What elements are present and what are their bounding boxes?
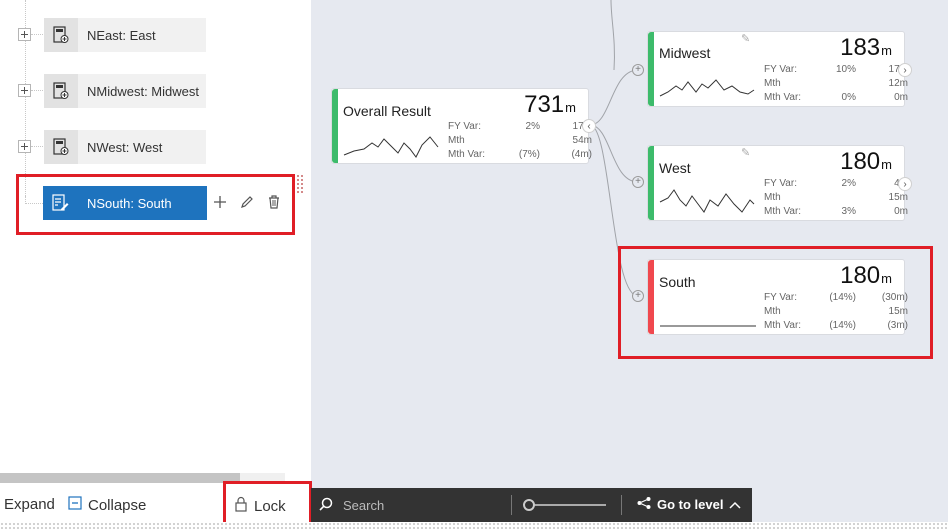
card-title: Overall Result: [343, 103, 431, 119]
expand-toggle-icon[interactable]: [18, 140, 31, 153]
expand-plus-icon[interactable]: +: [632, 290, 644, 302]
tree-node-label: NEast: East: [87, 27, 156, 43]
metrics-table: FY Var:2%4m Mth15m Mth Var:3%0m: [764, 178, 908, 217]
sparkline: [659, 79, 755, 97]
expand-label: Expand: [4, 496, 55, 513]
tree-connector: [25, 196, 43, 204]
expand-chevron-icon[interactable]: ›: [898, 177, 912, 191]
metrics-table: FY Var: (14%) (30m) Mth 15m Mth Var: (14%) (3…: [764, 292, 908, 331]
toolbar-divider: [621, 495, 622, 515]
scrollbar-thumb[interactable]: [0, 473, 240, 483]
tree-node-label: NSouth: South: [87, 195, 172, 211]
expand-plus-icon[interactable]: +: [632, 176, 644, 188]
metrics-table: FY Var:2%17m Mth54m Mth Var:(7%)(4m): [448, 121, 592, 160]
zoom-slider-track[interactable]: [526, 504, 606, 506]
edit-document-icon: [43, 186, 77, 220]
chevron-up-icon: [729, 497, 741, 512]
add-icon[interactable]: [212, 193, 228, 211]
canvas-bottom-area: [752, 488, 948, 522]
toolbar-divider: [511, 495, 512, 515]
tree-node-south-selected[interactable]: NSouth: South: [43, 186, 207, 220]
status-divider: [0, 522, 948, 530]
status-stripe: [332, 89, 338, 163]
sparkline: [343, 136, 439, 158]
decomposition-canvas[interactable]: Overall Result 731m FY Var:2%17m Mth54m …: [311, 0, 948, 488]
go-to-level-button[interactable]: Go to level: [637, 497, 741, 512]
metrics-table: FY Var:10%17m Mth12m Mth Var:0%0m: [764, 64, 908, 103]
card-value: 731m: [524, 91, 576, 118]
collapse-chevron-icon[interactable]: ‹: [582, 119, 596, 133]
hierarchy-icon: [637, 497, 651, 512]
card-title: Midwest: [659, 45, 711, 61]
tree-panel: NEast: East NMidwest: Midwest NWest: Wes…: [0, 0, 310, 530]
tree-row-west[interactable]: NWest: West: [18, 130, 208, 164]
bottom-actions-bar: Expand Collapse Lock: [0, 488, 311, 522]
lock-icon: [234, 496, 248, 516]
expand-toggle-icon[interactable]: [18, 84, 31, 97]
card-title: South: [659, 274, 696, 290]
delete-trash-icon[interactable]: [266, 193, 282, 211]
sparkline: [659, 189, 755, 213]
search-box[interactable]: Search: [319, 497, 384, 514]
child-card-south[interactable]: South 180m FY Var: (14%) (30m) Mth 15m Mth …: [647, 259, 908, 335]
tree-node-west[interactable]: NWest: West: [44, 130, 206, 164]
lock-label: Lock: [254, 497, 286, 515]
calculator-node-icon: [44, 74, 78, 108]
card-value: 180m: [840, 262, 892, 289]
expand-button[interactable]: Expand: [4, 496, 55, 513]
edit-pencil-icon[interactable]: [239, 193, 255, 211]
calculator-node-icon: [44, 18, 78, 52]
edit-pencil-icon[interactable]: ✎: [741, 32, 750, 45]
lock-button[interactable]: Lock: [234, 496, 286, 516]
tree-node-east[interactable]: NEast: East: [44, 18, 206, 52]
status-stripe: [648, 260, 654, 334]
card-value: 183m: [840, 34, 892, 61]
child-card-west[interactable]: West ✎ 180m FY Var:2%4m Mth15m Mth Var:3…: [647, 145, 912, 221]
card-title: West: [659, 160, 691, 176]
child-card-midwest[interactable]: Midwest ✎ 183m FY Var:10%17m Mth12m Mth …: [647, 31, 912, 107]
tree-node-label: NMidwest: Midwest: [87, 83, 199, 99]
status-stripe: [648, 32, 654, 106]
status-stripe: [648, 146, 654, 220]
collapse-icon: [68, 496, 82, 514]
card-value: 180m: [840, 148, 892, 175]
expand-chevron-icon[interactable]: ›: [898, 63, 912, 77]
search-icon: [319, 497, 333, 514]
tree-node-label: NWest: West: [87, 139, 163, 155]
bottom-toolbar: Search Go to level: [311, 488, 752, 522]
collapse-label: Collapse: [88, 496, 147, 514]
expand-toggle-icon[interactable]: [18, 28, 31, 41]
sparkline: [660, 325, 756, 327]
tree-node-midwest[interactable]: NMidwest: Midwest: [44, 74, 206, 108]
expand-plus-icon[interactable]: +: [632, 64, 644, 76]
edit-pencil-icon[interactable]: ✎: [741, 146, 750, 159]
search-input[interactable]: Search: [343, 498, 384, 513]
tree-row-east[interactable]: NEast: East: [18, 18, 208, 52]
tree-row-midwest[interactable]: NMidwest: Midwest: [18, 74, 208, 108]
root-card[interactable]: Overall Result 731m FY Var:2%17m Mth54m …: [331, 88, 596, 164]
collapse-button[interactable]: Collapse: [68, 496, 146, 514]
resize-handle[interactable]: [296, 174, 304, 194]
zoom-slider-thumb[interactable]: [523, 499, 535, 511]
go-to-level-label: Go to level: [657, 497, 724, 512]
calculator-node-icon: [44, 130, 78, 164]
node-actions: [212, 193, 282, 211]
